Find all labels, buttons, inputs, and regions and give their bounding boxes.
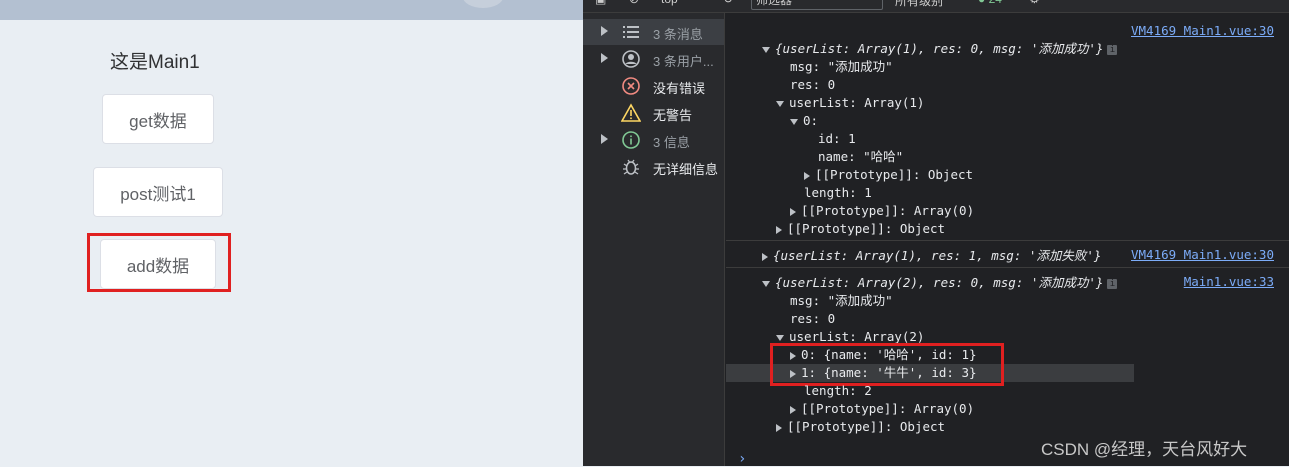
get-data-button[interactable]: get数据: [102, 94, 214, 144]
prop-text: 0:: [803, 113, 819, 128]
prop-text: [[Prototype]]: Object: [787, 221, 946, 236]
red-highlight-box: [87, 233, 231, 292]
console-sidebar: 3 条消息 3 条用户... 没有错误 无警告 3 信息 无详细信息: [583, 13, 725, 466]
prop-name: name: "哈哈": [818, 149, 904, 164]
sidebar-item-label: 没有错误: [653, 81, 706, 96]
info-badge-icon: i: [1107, 278, 1118, 289]
prop-index-0[interactable]: 0:: [790, 112, 818, 130]
sidebar-item-warnings[interactable]: 无警告: [583, 100, 724, 126]
prop-res: res: 0: [790, 77, 836, 92]
prop-length: length: 1: [804, 185, 872, 200]
log-summary-text: {userList: Array(1), res: 1, msg: '添加失败'…: [773, 248, 1102, 263]
expand-arrow-icon[interactable]: [601, 53, 608, 63]
prop-text: userList: Array(2): [789, 329, 925, 344]
sidebar-item-verbose[interactable]: 无详细信息: [583, 154, 724, 180]
log-separator: [726, 240, 1289, 241]
console-output: VM4169 Main1.vue:30 {userList: Array(1),…: [726, 13, 1289, 467]
log-source-link[interactable]: Main1.vue:33: [1184, 274, 1274, 289]
expand-arrow-icon[interactable]: [790, 405, 796, 414]
prop-prototype[interactable]: [[Prototype]]: Object: [776, 220, 945, 238]
prop-prototype[interactable]: [[Prototype]]: Array(0): [790, 400, 974, 418]
expand-arrow-icon[interactable]: [601, 26, 608, 36]
devtools-panel: ▣ ⊘ top ↻ 筛选器 所有级别 ● 24 ⚙ 3 条消息 3 条用户...…: [583, 0, 1289, 467]
list-icon: [623, 26, 639, 38]
sidebar-item-label: 3 条用户...: [653, 54, 714, 69]
bug-icon: [623, 159, 639, 175]
clear-console-icon[interactable]: ⊘: [629, 0, 639, 6]
settings-gear-icon[interactable]: ⚙: [1029, 0, 1040, 6]
warning-icon: [621, 103, 641, 122]
prop-length: length: 2: [804, 383, 872, 398]
expand-arrow-icon[interactable]: [776, 225, 782, 234]
prop-userlist[interactable]: userList: Array(1): [776, 94, 924, 112]
sidebar-item-label: 无警告: [653, 108, 693, 123]
log-separator: [726, 267, 1289, 268]
prop-text: userList: Array(1): [789, 95, 925, 110]
collapse-arrow-icon[interactable]: [776, 100, 784, 107]
log-source-link[interactable]: VM4169 Main1.vue:30: [1131, 23, 1274, 38]
watermark: CSDN @经理，天台风好大: [1041, 440, 1248, 459]
log-summary-text: {userList: Array(2), res: 0, msg: '添加成功'…: [775, 275, 1104, 290]
log-source-link[interactable]: VM4169 Main1.vue:30: [1131, 247, 1274, 262]
error-icon: [622, 77, 640, 95]
app-pane: 这是Main1 get数据 post测试1 add数据: [0, 0, 583, 466]
context-select[interactable]: top: [661, 0, 678, 6]
log-entry-summary[interactable]: {userList: Array(2), res: 0, msg: '添加成功'…: [762, 274, 1118, 292]
sidebar-item-label: 3 信息: [653, 135, 690, 150]
info-badge-icon: i: [1107, 44, 1118, 55]
info-icon: [622, 131, 640, 149]
log-summary-text: {userList: Array(1), res: 0, msg: '添加成功'…: [775, 41, 1104, 56]
prop-res: res: 0: [790, 311, 836, 326]
collapse-arrow-icon[interactable]: [762, 46, 770, 53]
prop-prototype[interactable]: [[Prototype]]: Object: [776, 418, 945, 436]
app-header: [0, 0, 583, 20]
sidebar-item-info[interactable]: 3 信息: [583, 127, 724, 153]
refresh-icon[interactable]: ↻: [723, 0, 733, 6]
expand-arrow-icon[interactable]: [804, 171, 810, 180]
sidebar-item-label: 无详细信息: [653, 162, 719, 177]
log-levels-select[interactable]: 所有级别: [895, 0, 943, 9]
collapse-arrow-icon[interactable]: [762, 280, 770, 287]
log-entry-summary[interactable]: {userList: Array(1), res: 1, msg: '添加失败'…: [762, 247, 1101, 265]
filter-placeholder: 筛选器: [756, 0, 793, 7]
sidebar-item-user-messages[interactable]: 3 条用户...: [583, 46, 724, 72]
sidebar-item-label: 3 条消息: [653, 27, 703, 42]
expand-arrow-icon[interactable]: [601, 134, 608, 144]
sidebar-toggle-icon[interactable]: ▣: [595, 0, 606, 6]
collapse-arrow-icon[interactable]: [776, 334, 784, 341]
sidebar-item-errors[interactable]: 没有错误: [583, 73, 724, 99]
log-entry-summary[interactable]: {userList: Array(1), res: 0, msg: '添加成功'…: [762, 40, 1118, 58]
prop-id: id: 1: [818, 131, 856, 146]
red-highlight-box: [770, 343, 1004, 386]
prop-msg: msg: "添加成功": [790, 293, 893, 308]
issues-counter[interactable]: ● 24: [978, 0, 1002, 6]
page-title: 这是Main1: [110, 52, 200, 73]
prop-text: [[Prototype]]: Object: [815, 167, 974, 182]
console-prompt-icon[interactable]: ›: [738, 451, 746, 467]
prop-msg: msg: "添加成功": [790, 59, 893, 74]
collapse-arrow-icon[interactable]: [790, 118, 798, 125]
user-icon: [622, 50, 640, 68]
expand-arrow-icon[interactable]: [762, 252, 768, 261]
filter-input[interactable]: 筛选器: [751, 0, 883, 10]
prop-text: [[Prototype]]: Array(0): [801, 401, 975, 416]
expand-arrow-icon[interactable]: [776, 423, 782, 432]
avatar[interactable]: [463, 0, 503, 8]
sidebar-item-messages[interactable]: 3 条消息: [583, 19, 724, 45]
issues-count: 24: [989, 0, 1002, 6]
prop-prototype[interactable]: [[Prototype]]: Array(0): [790, 202, 974, 220]
post-test-button[interactable]: post测试1: [93, 167, 223, 217]
prop-text: [[Prototype]]: Object: [787, 419, 946, 434]
console-toolbar: ▣ ⊘ top ↻ 筛选器 所有级别 ● 24 ⚙: [583, 0, 1289, 13]
prop-text: [[Prototype]]: Array(0): [801, 203, 975, 218]
prop-prototype[interactable]: [[Prototype]]: Object: [804, 166, 973, 184]
expand-arrow-icon[interactable]: [790, 207, 796, 216]
